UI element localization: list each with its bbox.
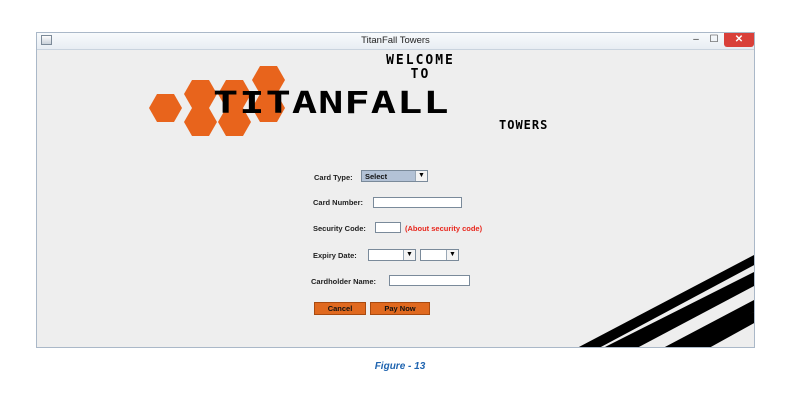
about-security-code-link[interactable]: (About security code) (405, 224, 482, 233)
card-type-label: Card Type: (314, 173, 353, 182)
cardholder-name-input[interactable] (389, 275, 470, 286)
close-button[interactable]: ✕ (724, 33, 754, 47)
expiry-date-label: Expiry Date: (313, 251, 357, 260)
card-type-select[interactable]: Select ▼ (361, 170, 428, 182)
stripe (604, 272, 754, 347)
chevron-down-icon: ▼ (415, 171, 427, 181)
logo-title: TITANFALL (213, 85, 450, 121)
card-type-value: Select (365, 172, 388, 181)
chevron-down-icon: ▼ (446, 250, 458, 260)
app-window: TitanFall Towers – ☐ ✕ WELCOME TO TITANF… (36, 32, 755, 348)
security-code-label: Security Code: (313, 224, 366, 233)
pay-now-button[interactable]: Pay Now (370, 302, 430, 315)
page: TitanFall Towers – ☐ ✕ WELCOME TO TITANF… (0, 0, 800, 400)
decorative-stripes (578, 255, 754, 347)
chevron-down-icon: ▼ (403, 250, 415, 260)
maximize-button[interactable]: ☐ (706, 33, 722, 47)
minimize-button[interactable]: – (688, 33, 704, 47)
window-title: TitanFall Towers (361, 35, 430, 46)
cancel-button[interactable]: Cancel (314, 302, 366, 315)
figure-caption: Figure - 13 (374, 361, 426, 372)
security-code-input[interactable] (375, 222, 401, 233)
expiry-month-select[interactable]: ▼ (368, 249, 416, 261)
card-number-label: Card Number: (313, 198, 364, 207)
expiry-year-select[interactable]: ▼ (420, 249, 459, 261)
welcome-to-text: TO (410, 67, 431, 82)
cardholder-name-label: Cardholder Name: (311, 277, 377, 286)
card-number-input[interactable] (373, 197, 462, 208)
logo-subtitle: TOWERS (499, 118, 549, 132)
welcome-text: WELCOME (386, 53, 455, 68)
title-bar: TitanFall Towers – ☐ ✕ (37, 33, 754, 50)
hexagon (149, 94, 182, 122)
